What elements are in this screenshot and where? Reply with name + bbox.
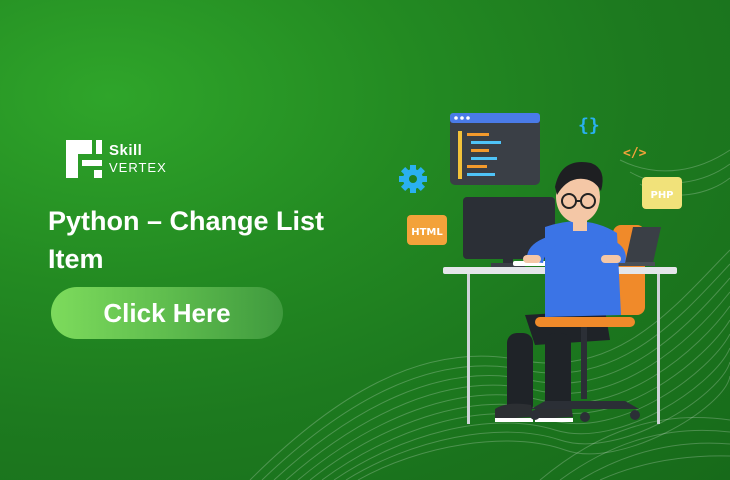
click-here-button[interactable]: Click Here: [51, 287, 283, 339]
brand-logo: Skill VERTEX: [64, 138, 184, 182]
brand-name-line2: VERTEX: [109, 160, 167, 175]
page-title: Python – Change List Item: [48, 206, 325, 274]
banner: Skill VERTEX Python – Change List Item C…: [0, 0, 730, 480]
curly-braces-icon: {}: [578, 115, 600, 136]
php-badge: PHP: [642, 177, 682, 209]
brand-name-line1: Skill: [109, 142, 143, 159]
php-badge-label: PHP: [650, 190, 673, 201]
html-badge-label: HTML: [411, 227, 443, 238]
gear-icon: [399, 165, 427, 193]
code-window-icon: [450, 113, 540, 185]
developer-illustration: {} </> HTML PHP: [399, 113, 682, 424]
logo-mark-icon: [66, 140, 102, 178]
code-tag-icon: </>: [623, 146, 647, 161]
html-badge: HTML: [407, 215, 447, 245]
